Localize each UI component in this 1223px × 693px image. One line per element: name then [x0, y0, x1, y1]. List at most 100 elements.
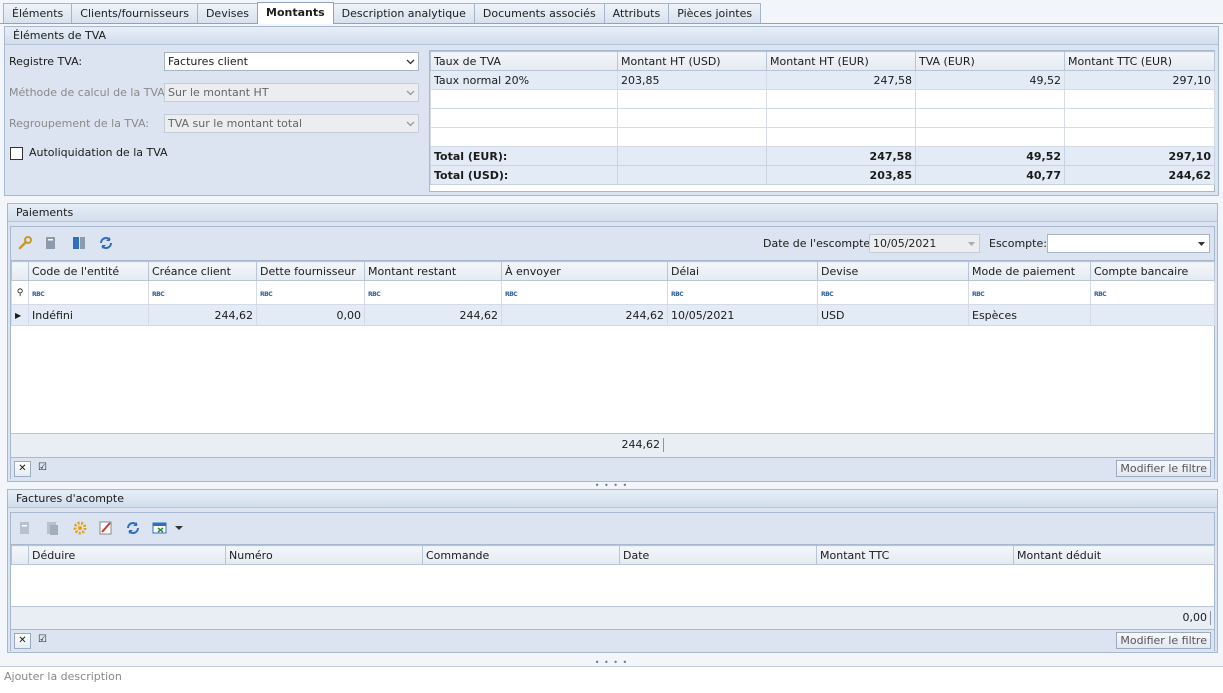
- escompte-label: Escompte:: [989, 237, 1047, 250]
- tva-group-title: Éléments de TVA: [5, 27, 1218, 45]
- cell: [617, 165, 767, 185]
- cell: 247,58: [766, 70, 916, 90]
- chevron-down-icon: [1198, 242, 1205, 246]
- refresh-icon[interactable]: [125, 520, 141, 536]
- paiements-footer: ✕ ☑ Modifier le filtre: [11, 457, 1214, 479]
- paiements-grid: Code de l'entité Créance client Dette fo…: [11, 260, 1215, 457]
- escompte-select[interactable]: [1047, 234, 1210, 253]
- col-header[interactable]: Délai: [667, 261, 818, 281]
- cell: [617, 146, 767, 166]
- export-excel-icon[interactable]: [152, 520, 168, 536]
- table-row[interactable]: Taux normal 20% 203,85 247,58 49,52 297,…: [430, 70, 1215, 90]
- date-escompte-field: 10/05/2021: [869, 234, 980, 253]
- col-header[interactable]: Mode de paiement: [968, 261, 1091, 281]
- col-header[interactable]: Dette fournisseur: [256, 261, 365, 281]
- filter-cell[interactable]: RBC: [817, 280, 969, 305]
- col-header[interactable]: Numéro: [225, 545, 423, 565]
- pin-icon: ⚲: [11, 280, 29, 305]
- col-header[interactable]: Date: [619, 545, 817, 565]
- col-header[interactable]: Déduire: [28, 545, 226, 565]
- regroupement-tva-value: TVA sur le montant total: [168, 117, 303, 130]
- modifier-filtre-button[interactable]: Modifier le filtre: [1116, 460, 1211, 477]
- date-escompte-value: 10/05/2021: [873, 237, 937, 250]
- tab-pieces-jointes[interactable]: Pièces jointes: [668, 3, 762, 24]
- chevron-down-icon: [406, 90, 415, 96]
- abc-filter-icon: RBC: [32, 291, 45, 298]
- filter-cell[interactable]: RBC: [1090, 280, 1215, 305]
- enable-filter-button[interactable]: ☑: [34, 461, 51, 477]
- copy-document-icon[interactable]: [44, 520, 60, 536]
- col-header[interactable]: Montant restant: [364, 261, 502, 281]
- table-row: [430, 127, 1215, 147]
- table-row[interactable]: ▶ Indéfini 244,62 0,00 244,62 244,62 10/…: [11, 304, 1215, 326]
- col-header[interactable]: Montant TTC (EUR): [1064, 51, 1215, 71]
- col-header[interactable]: Montant HT (EUR): [766, 51, 916, 71]
- col-header[interactable]: Taux de TVA: [430, 51, 618, 71]
- cell: 49,52: [915, 146, 1065, 166]
- tab-attributs[interactable]: Attributs: [603, 3, 670, 24]
- col-header[interactable]: TVA (EUR): [915, 51, 1065, 71]
- filter-cell[interactable]: RBC: [148, 280, 257, 305]
- tab-description-analytique[interactable]: Description analytique: [332, 3, 475, 24]
- gear-icon[interactable]: [72, 520, 88, 536]
- wrench-icon[interactable]: [17, 235, 33, 251]
- col-header[interactable]: Créance client: [148, 261, 257, 281]
- registre-tva-select[interactable]: Factures client: [164, 52, 419, 71]
- tab-divider: [0, 23, 1223, 24]
- col-header[interactable]: Commande: [422, 545, 620, 565]
- tab-montants[interactable]: Montants: [257, 2, 334, 24]
- cell: 244,62: [501, 304, 668, 326]
- col-header[interactable]: Code de l'entité: [28, 261, 149, 281]
- cell: 203,85: [766, 165, 916, 185]
- tab-devises[interactable]: Devises: [196, 3, 258, 24]
- cell: 49,52: [915, 70, 1065, 90]
- abc-filter-icon: RBC: [368, 291, 381, 298]
- factures-footer: ✕ ☑ Modifier le filtre: [11, 629, 1214, 651]
- cell: 10/05/2021: [667, 304, 818, 326]
- col-header[interactable]: Montant TTC: [816, 545, 1014, 565]
- tab-clients-fournisseurs[interactable]: Clients/fournisseurs: [71, 3, 198, 24]
- cell: 40,77: [915, 165, 1065, 185]
- cell: 297,10: [1064, 70, 1215, 90]
- cell: [1090, 304, 1215, 326]
- enable-filter-button[interactable]: ☑: [34, 633, 51, 649]
- description-field[interactable]: Ajouter la description: [0, 666, 1223, 693]
- clear-filter-button[interactable]: ✕: [14, 461, 31, 477]
- col-header[interactable]: Compte bancaire: [1090, 261, 1215, 281]
- chevron-down-icon: [968, 242, 975, 246]
- filter-cell[interactable]: RBC: [501, 280, 668, 305]
- autoliquidation-checkbox[interactable]: [10, 147, 23, 160]
- add-document-icon[interactable]: [17, 520, 33, 536]
- col-header[interactable]: Montant déduit: [1013, 545, 1215, 565]
- factures-panel: Déduire Numéro Commande Date Montant TTC…: [10, 512, 1215, 651]
- col-header[interactable]: Devise: [817, 261, 969, 281]
- tab-elements[interactable]: Éléments: [3, 3, 73, 24]
- paiements-header: Code de l'entité Créance client Dette fo…: [11, 261, 1215, 281]
- description-placeholder: Ajouter la description: [4, 670, 122, 683]
- filter-cell[interactable]: RBC: [968, 280, 1091, 305]
- split-document-icon[interactable]: [71, 235, 87, 251]
- row-indicator-icon: ▶: [11, 304, 29, 326]
- factures-summary: 0,00: [11, 606, 1214, 630]
- cell: 297,10: [1064, 146, 1215, 166]
- filter-cell[interactable]: RBC: [364, 280, 502, 305]
- paiements-summary: 244,62: [11, 433, 1214, 457]
- table-row: [430, 89, 1215, 109]
- filter-cell[interactable]: RBC: [667, 280, 818, 305]
- filter-cell[interactable]: RBC: [28, 280, 149, 305]
- col-header[interactable]: Montant HT (USD): [617, 51, 767, 71]
- document-icon[interactable]: [43, 235, 59, 251]
- tva-group: Éléments de TVA Registre TVA: Factures c…: [4, 26, 1219, 196]
- col-header[interactable]: À envoyer: [501, 261, 668, 281]
- modifier-filtre-button[interactable]: Modifier le filtre: [1116, 632, 1211, 649]
- regroupement-tva-select: TVA sur le montant total: [164, 114, 419, 133]
- methode-calcul-value: Sur le montant HT: [168, 86, 269, 99]
- filter-row: ⚲ RBC RBC RBC RBC RBC RBC RBC RBC RBC: [11, 280, 1215, 305]
- dropdown-arrow-icon[interactable]: [175, 524, 183, 532]
- tab-documents-associes[interactable]: Documents associés: [473, 3, 605, 24]
- edit-document-icon[interactable]: [98, 520, 114, 536]
- tva-table: Taux de TVA Montant HT (USD) Montant HT …: [430, 51, 1215, 185]
- refresh-icon[interactable]: [98, 235, 114, 251]
- clear-filter-button[interactable]: ✕: [14, 633, 31, 649]
- filter-cell[interactable]: RBC: [256, 280, 365, 305]
